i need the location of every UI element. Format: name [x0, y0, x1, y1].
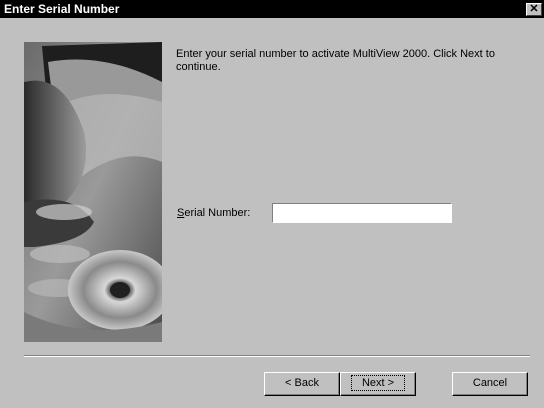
- serial-label-text: erial Number:: [184, 207, 251, 219]
- serial-number-input[interactable]: [272, 203, 452, 223]
- cancel-button[interactable]: Cancel: [452, 372, 528, 396]
- back-button-label: < Back: [285, 377, 319, 389]
- close-button[interactable]: ✕: [526, 3, 542, 16]
- cancel-button-label: Cancel: [472, 377, 508, 389]
- back-button[interactable]: < Back: [264, 372, 340, 396]
- instructions-text: Enter your serial number to activate Mul…: [176, 48, 495, 73]
- next-button[interactable]: Next >: [340, 372, 416, 396]
- window-title: Enter Serial Number: [4, 2, 120, 16]
- side-image: [24, 42, 162, 342]
- close-icon: ✕: [529, 3, 539, 15]
- title-bar[interactable]: Enter Serial Number ✕: [0, 0, 544, 18]
- dialog-window: Enter Serial Number ✕ Enter your serial …: [0, 0, 544, 408]
- cd-disc-hand-image: [24, 42, 162, 342]
- separator: [24, 355, 530, 357]
- next-button-label: Next >: [350, 375, 406, 391]
- serial-number-label: Serial Number:: [177, 207, 250, 219]
